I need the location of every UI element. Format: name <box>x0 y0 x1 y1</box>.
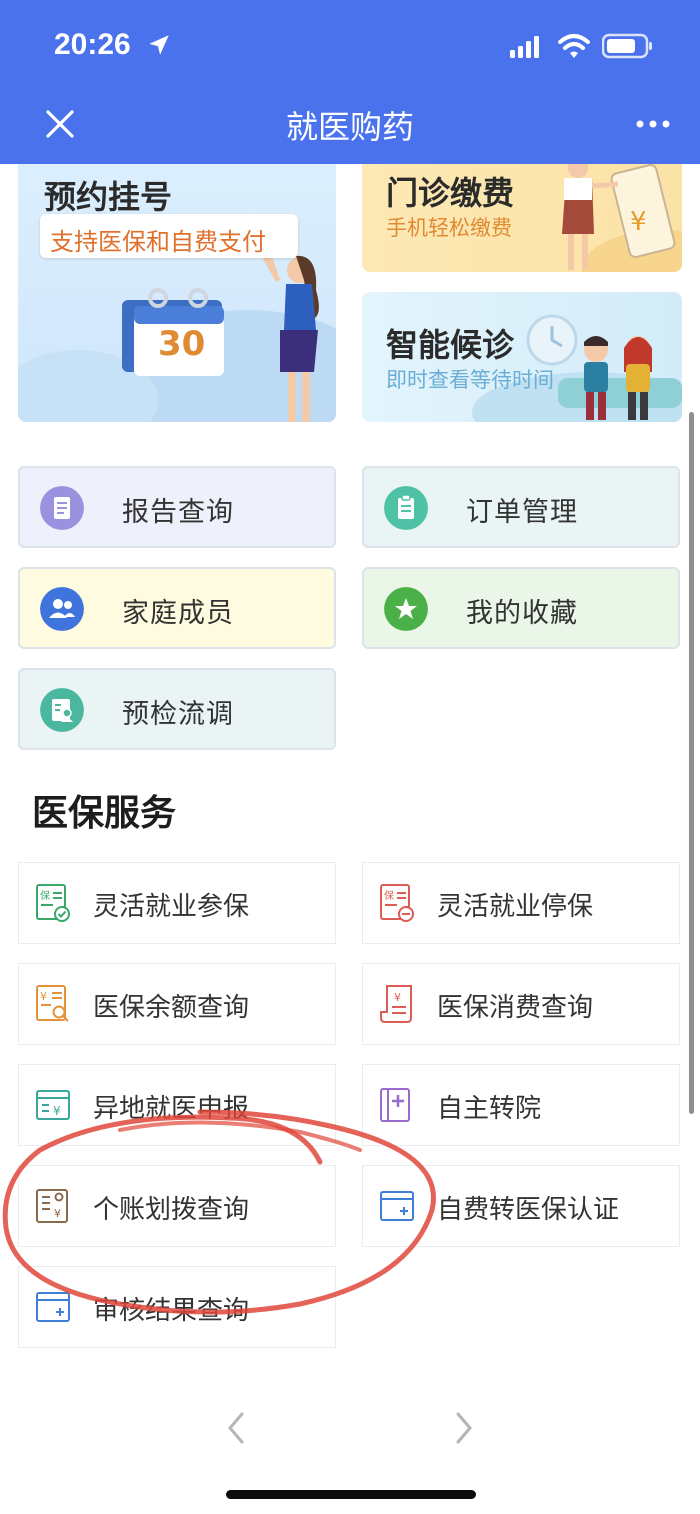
waiting-title: 智能候诊 <box>386 326 515 364</box>
service-label: 医保余额查询 <box>93 993 250 1023</box>
svg-text:保: 保 <box>384 889 394 902</box>
insurance-enroll-icon: 保 <box>36 884 70 922</box>
service-label: 个账划拨查询 <box>93 1195 250 1225</box>
svg-text:¥: ¥ <box>630 207 647 237</box>
appointment-subtitle: 支持医保和自费支付 <box>50 228 266 256</box>
account-allocation-icon: ¥ <box>36 1189 68 1223</box>
more-options-icon[interactable] <box>632 110 676 138</box>
report-query-label: 报告查询 <box>122 497 234 528</box>
waiting-banner[interactable]: 智能候诊 即时查看等待时间 <box>362 292 682 422</box>
home-indicator[interactable] <box>226 1490 476 1499</box>
favorites-label: 我的收藏 <box>466 598 578 629</box>
balance-query-button[interactable]: ¥ 医保余额查询 <box>18 963 336 1045</box>
service-label: 自主转院 <box>437 1094 542 1124</box>
service-label: 异地就医申报 <box>93 1094 250 1124</box>
order-management-label: 订单管理 <box>466 497 578 528</box>
battery-icon <box>602 33 652 59</box>
account-allocation-query-button[interactable]: ¥ 个账划拨查询 <box>18 1165 336 1247</box>
report-icon <box>40 486 84 530</box>
precheck-survey-label: 预检流调 <box>122 699 234 730</box>
waiting-subtitle: 即时查看等待时间 <box>386 368 554 392</box>
cellular-signal-icon <box>510 36 539 58</box>
service-label: 医保消费查询 <box>437 993 594 1023</box>
insurance-stop-icon: 保 <box>380 884 414 922</box>
service-label: 灵活就业参保 <box>93 892 250 922</box>
remote-card-icon: ¥ <box>36 1090 70 1120</box>
payment-title: 门诊缴费 <box>386 174 515 212</box>
flexible-employment-enroll-button[interactable]: 保 灵活就业参保 <box>18 862 336 944</box>
consumption-query-button[interactable]: ¥ 医保消费查询 <box>362 963 680 1045</box>
calendar-day: 30 <box>158 324 206 364</box>
report-query-button[interactable]: 报告查询 <box>18 466 336 548</box>
service-label: 审核结果查询 <box>93 1296 250 1326</box>
card-add-icon <box>380 1191 414 1221</box>
flexible-employment-stop-button[interactable]: 保 灵活就业停保 <box>362 862 680 944</box>
favorites-button[interactable]: 我的收藏 <box>362 567 680 649</box>
payment-subtitle: 手机轻松缴费 <box>386 216 512 240</box>
star-icon <box>384 587 428 631</box>
status-time: 20:26 <box>54 28 131 61</box>
forward-arrow-icon[interactable] <box>452 1408 476 1448</box>
service-label: 自费转医保认证 <box>437 1195 620 1225</box>
card-add-icon <box>36 1292 70 1322</box>
scrollbar[interactable] <box>689 412 694 1114</box>
precheck-icon <box>40 688 84 732</box>
payment-banner[interactable]: ¥ 门诊缴费 手机轻松缴费 <box>362 150 682 272</box>
self-transfer-hospital-button[interactable]: 自主转院 <box>362 1064 680 1146</box>
svg-text:¥: ¥ <box>53 1104 61 1118</box>
svg-text:¥: ¥ <box>54 1207 61 1220</box>
wifi-icon <box>558 34 590 58</box>
order-management-button[interactable]: 订单管理 <box>362 466 680 548</box>
svg-text:保: 保 <box>40 889 50 902</box>
clipboard-icon <box>384 486 428 530</box>
appointment-title: 预约挂号 <box>44 178 173 216</box>
location-arrow-icon <box>149 35 169 55</box>
app-header: 20:26 就医购药 <box>0 0 700 164</box>
precheck-survey-button[interactable]: 预检流调 <box>18 668 336 750</box>
appointment-subtitle-tag: 支持医保和自费支付 <box>40 214 298 258</box>
back-arrow-icon[interactable] <box>224 1408 248 1448</box>
transfer-hospital-icon <box>380 1088 410 1122</box>
remote-medical-report-button[interactable]: ¥ 异地就医申报 <box>18 1064 336 1146</box>
self-pay-to-insurance-button[interactable]: 自费转医保认证 <box>362 1165 680 1247</box>
page-title: 就医购药 <box>285 108 414 146</box>
review-result-query-button[interactable]: 审核结果查询 <box>18 1266 336 1348</box>
family-members-label: 家庭成员 <box>122 598 234 629</box>
family-members-button[interactable]: 家庭成员 <box>18 567 336 649</box>
family-icon <box>40 587 84 631</box>
svg-text:¥: ¥ <box>394 991 401 1004</box>
insurance-section-title: 医保服务 <box>32 793 177 834</box>
appointment-banner[interactable]: 预约挂号 支持医保和自费支付 30 <box>18 150 336 422</box>
service-label: 灵活就业停保 <box>437 892 594 922</box>
svg-text:¥: ¥ <box>40 990 47 1003</box>
receipt-icon: ¥ <box>380 985 412 1023</box>
balance-search-icon: ¥ <box>36 985 69 1022</box>
